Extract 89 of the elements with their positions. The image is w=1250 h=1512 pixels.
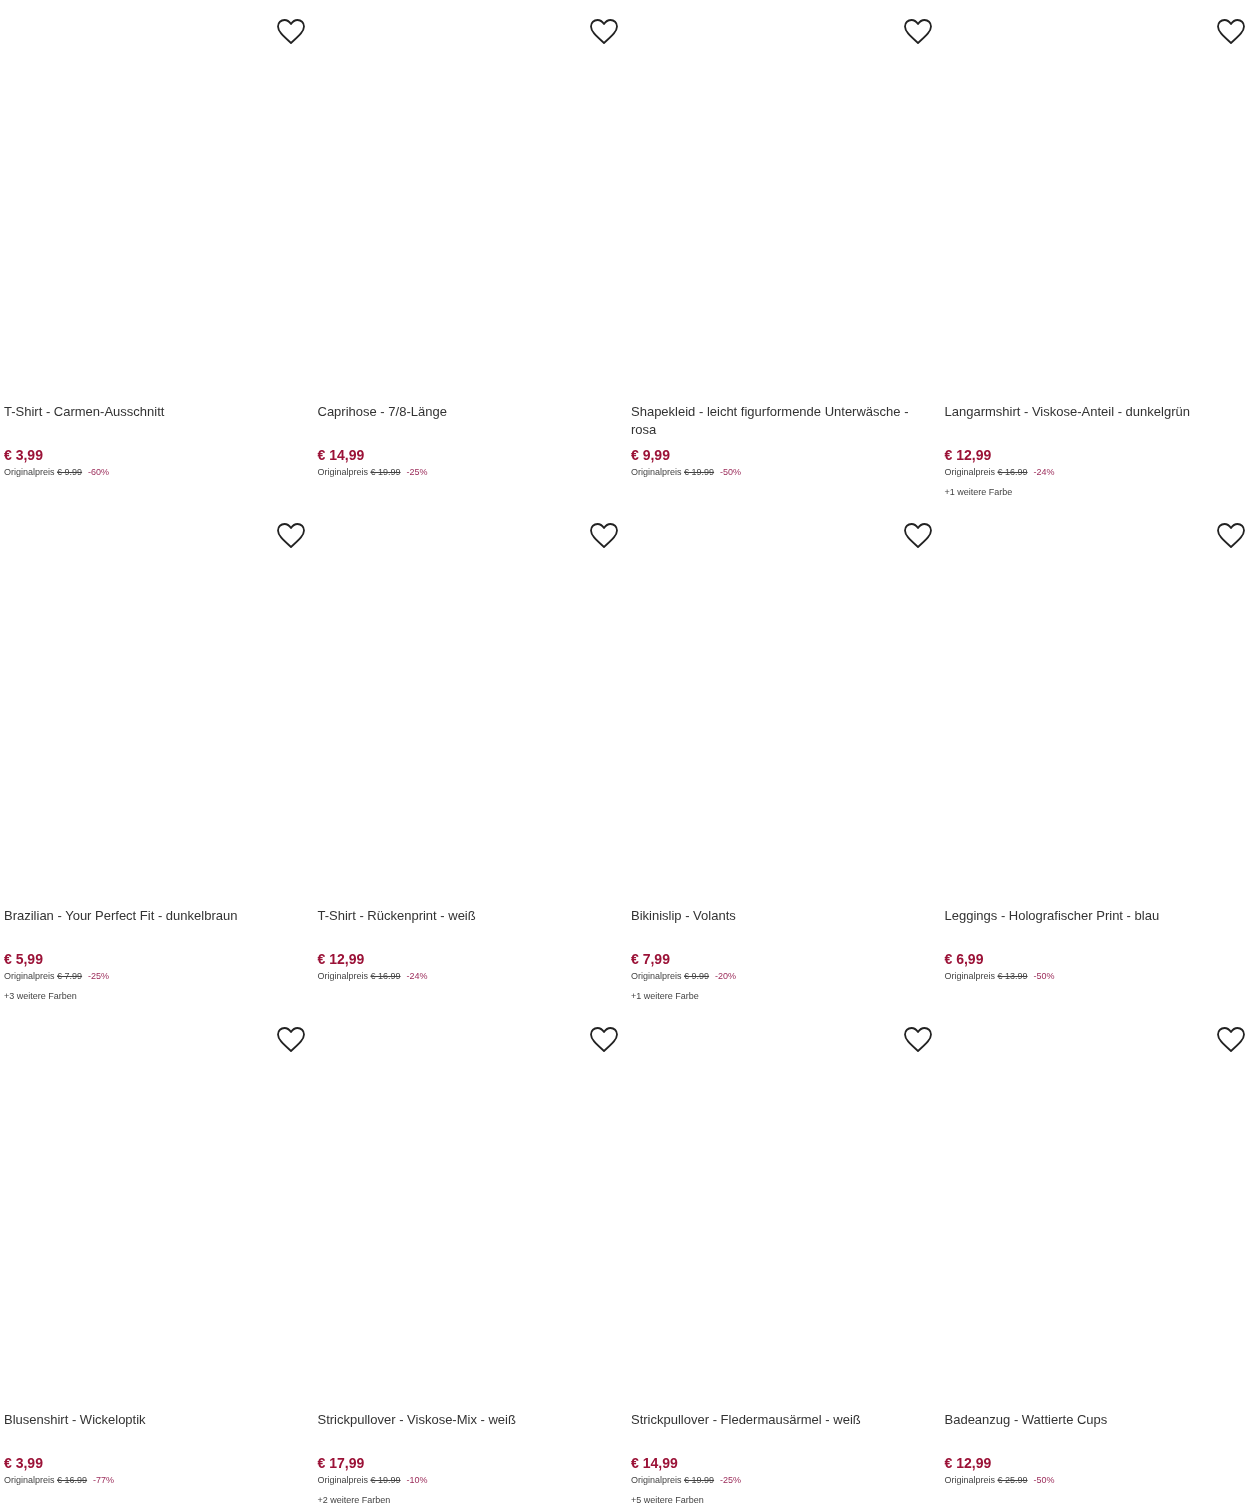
discount-label: -50% (1033, 971, 1055, 981)
discount-label: -60% (88, 467, 110, 477)
discount-label: -25% (720, 1475, 742, 1485)
wishlist-button[interactable] (902, 18, 933, 46)
original-price-label: Originalpreis (4, 1475, 55, 1485)
discount-label: -24% (1033, 467, 1055, 477)
product-title[interactable]: Brazilian - Your Perfect Fit - dunkelbraun (4, 907, 306, 945)
original-price-label: Originalpreis (4, 467, 55, 477)
discount-label: -24% (406, 971, 428, 981)
product-title[interactable]: Strickpullover - Fledermausärmel - weiß (631, 1411, 933, 1449)
more-colors-link[interactable]: +3 weitere Farben (4, 990, 306, 1002)
wishlist-button[interactable] (1216, 522, 1246, 550)
original-price-label: Originalpreis (944, 467, 996, 477)
heart-icon (275, 1026, 306, 1054)
sale-price: € 12,99 (944, 1455, 993, 1471)
product-title[interactable]: Badeanzug - Wattierte Cups (944, 1411, 1246, 1449)
more-colors-link[interactable]: +2 weitere Farben (317, 1494, 619, 1506)
heart-icon (275, 522, 306, 550)
wishlist-button[interactable] (589, 18, 619, 46)
product-title[interactable]: T-Shirt - Carmen-Ausschnitt (4, 403, 306, 441)
heart-icon (1216, 522, 1246, 550)
discount-label: -50% (1033, 1475, 1055, 1485)
more-colors-link[interactable]: +5 weitere Farben (631, 1494, 933, 1506)
heart-icon (902, 18, 933, 46)
original-price-label: Originalpreis (631, 1475, 682, 1485)
wishlist-button[interactable] (275, 18, 306, 46)
product-title[interactable]: Bikinislip - Volants (631, 907, 933, 945)
wishlist-button[interactable] (1216, 18, 1246, 46)
original-price-label: Originalpreis (4, 971, 55, 981)
wishlist-button[interactable] (1216, 1026, 1246, 1054)
heart-icon (589, 522, 619, 550)
sale-price: € 5,99 (4, 951, 44, 967)
original-price: € 19.99 (370, 467, 401, 477)
original-price-label: Originalpreis (944, 1475, 996, 1485)
original-price-label: Originalpreis (631, 971, 682, 981)
sale-price: € 12,99 (317, 951, 366, 967)
original-price: € 16.99 (997, 467, 1028, 477)
wishlist-button[interactable] (275, 1026, 306, 1054)
discount-label: -10% (406, 1475, 428, 1485)
wishlist-button[interactable] (902, 1026, 933, 1054)
original-price: € 9.99 (684, 971, 710, 981)
heart-icon (589, 18, 619, 46)
discount-label: -50% (720, 467, 742, 477)
more-colors-link[interactable]: +1 weitere Farbe (944, 486, 1246, 498)
heart-icon (902, 1026, 933, 1054)
more-colors-link[interactable]: +1 weitere Farbe (631, 990, 933, 1002)
original-price: € 19.99 (684, 467, 715, 477)
wishlist-button[interactable] (902, 522, 933, 550)
sale-price: € 12,99 (944, 447, 993, 463)
product-title[interactable]: T-Shirt - Rückenprint - weiß (317, 907, 619, 945)
product-title[interactable]: Shapekleid - leicht figurformende Unterwäsche - rosa (631, 403, 933, 441)
discount-label: -25% (406, 467, 428, 477)
original-price: € 25.99 (997, 1475, 1028, 1485)
wishlist-button[interactable] (589, 522, 619, 550)
sale-price: € 9,99 (631, 447, 671, 463)
heart-icon (589, 1026, 619, 1054)
heart-icon (1216, 1026, 1246, 1054)
product-title[interactable]: Langarmshirt - Viskose-Anteil - dunkelgrün (944, 403, 1246, 441)
sale-price: € 3,99 (4, 447, 44, 463)
sale-price: € 14,99 (317, 447, 366, 463)
original-price-label: Originalpreis (317, 467, 369, 477)
discount-label: -20% (715, 971, 737, 981)
heart-icon (1216, 18, 1246, 46)
original-price: € 16.99 (370, 971, 401, 981)
heart-icon (275, 18, 306, 46)
discount-label: -25% (88, 971, 110, 981)
sale-price: € 17,99 (317, 1455, 366, 1471)
original-price: € 13.99 (997, 971, 1028, 981)
original-price: € 9.99 (57, 467, 83, 477)
heart-icon (902, 522, 933, 550)
product-title[interactable]: Strickpullover - Viskose-Mix - weiß (317, 1411, 619, 1449)
original-price: € 19.99 (370, 1475, 401, 1485)
original-price: € 19.99 (684, 1475, 715, 1485)
product-title[interactable]: Leggings - Holografischer Print - blau (944, 907, 1246, 945)
original-price-label: Originalpreis (944, 971, 996, 981)
original-price-label: Originalpreis (631, 467, 682, 477)
sale-price: € 6,99 (944, 951, 985, 967)
product-title[interactable]: Blusenshirt - Wickeloptik (4, 1411, 306, 1449)
product-title[interactable]: Caprihose - 7/8-Länge (317, 403, 619, 441)
original-price: € 16.99 (57, 1475, 88, 1485)
original-price-label: Originalpreis (317, 971, 369, 981)
wishlist-button[interactable] (589, 1026, 619, 1054)
wishlist-button[interactable] (275, 522, 306, 550)
sale-price: € 3,99 (4, 1455, 44, 1471)
discount-label: -77% (93, 1475, 115, 1485)
original-price: € 7.99 (57, 971, 83, 981)
sale-price: € 7,99 (631, 951, 671, 967)
original-price-label: Originalpreis (317, 1475, 369, 1485)
sale-price: € 14,99 (631, 1455, 679, 1471)
